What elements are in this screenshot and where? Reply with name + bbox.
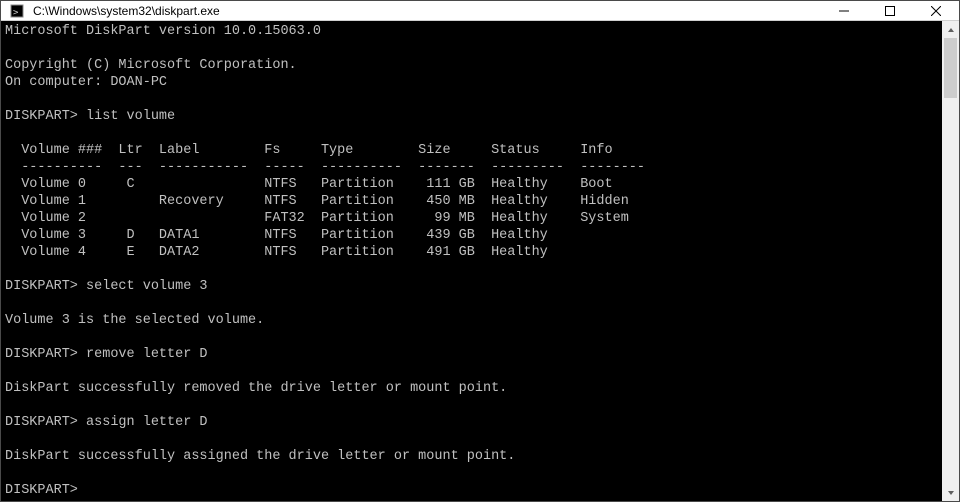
- prompt-line: DISKPART> select volume 3: [5, 278, 938, 295]
- vertical-scrollbar[interactable]: [942, 21, 959, 501]
- prompt-line: DISKPART>: [5, 482, 938, 499]
- table-row: Volume 3 D DATA1 NTFS Partition 439 GB H…: [5, 227, 938, 244]
- prompt-line: DISKPART> remove letter D: [5, 346, 938, 363]
- response-line: Volume 3 is the selected volume.: [5, 312, 938, 329]
- table-row: Volume 4 E DATA2 NTFS Partition 491 GB H…: [5, 244, 938, 261]
- table-divider: ---------- --- ----------- ----- -------…: [5, 159, 938, 176]
- scrollbar-thumb[interactable]: [944, 38, 957, 98]
- client-area: Microsoft DiskPart version 10.0.15063.0 …: [1, 21, 959, 501]
- banner-line: On computer: DOAN-PC: [5, 74, 938, 91]
- banner-line: Microsoft DiskPart version 10.0.15063.0: [5, 23, 938, 40]
- maximize-button[interactable]: [867, 1, 913, 20]
- prompt-line: DISKPART> assign letter D: [5, 414, 938, 431]
- window-controls: [821, 1, 959, 20]
- console-window: > C:\Windows\system32\diskpart.exe Micro…: [0, 0, 960, 502]
- close-button[interactable]: [913, 1, 959, 20]
- table-row: Volume 0 C NTFS Partition 111 GB Healthy…: [5, 176, 938, 193]
- response-line: DiskPart successfully removed the drive …: [5, 380, 938, 397]
- scroll-up-button[interactable]: [942, 21, 959, 38]
- window-title: C:\Windows\system32\diskpart.exe: [31, 4, 821, 18]
- prompt-line: DISKPART> list volume: [5, 108, 938, 125]
- table-row: Volume 1 Recovery NTFS Partition 450 MB …: [5, 193, 938, 210]
- response-line: DiskPart successfully assigned the drive…: [5, 448, 938, 465]
- app-icon: >: [9, 3, 25, 19]
- minimize-button[interactable]: [821, 1, 867, 20]
- table-row: Volume 2 FAT32 Partition 99 MB Healthy S…: [5, 210, 938, 227]
- banner-line: Copyright (C) Microsoft Corporation.: [5, 57, 938, 74]
- scrollbar-track[interactable]: [942, 38, 959, 484]
- titlebar[interactable]: > C:\Windows\system32\diskpart.exe: [1, 1, 959, 21]
- terminal-output[interactable]: Microsoft DiskPart version 10.0.15063.0 …: [1, 21, 942, 501]
- table-header: Volume ### Ltr Label Fs Type Size Status…: [5, 142, 938, 159]
- svg-text:>: >: [13, 8, 19, 18]
- scroll-down-button[interactable]: [942, 484, 959, 501]
